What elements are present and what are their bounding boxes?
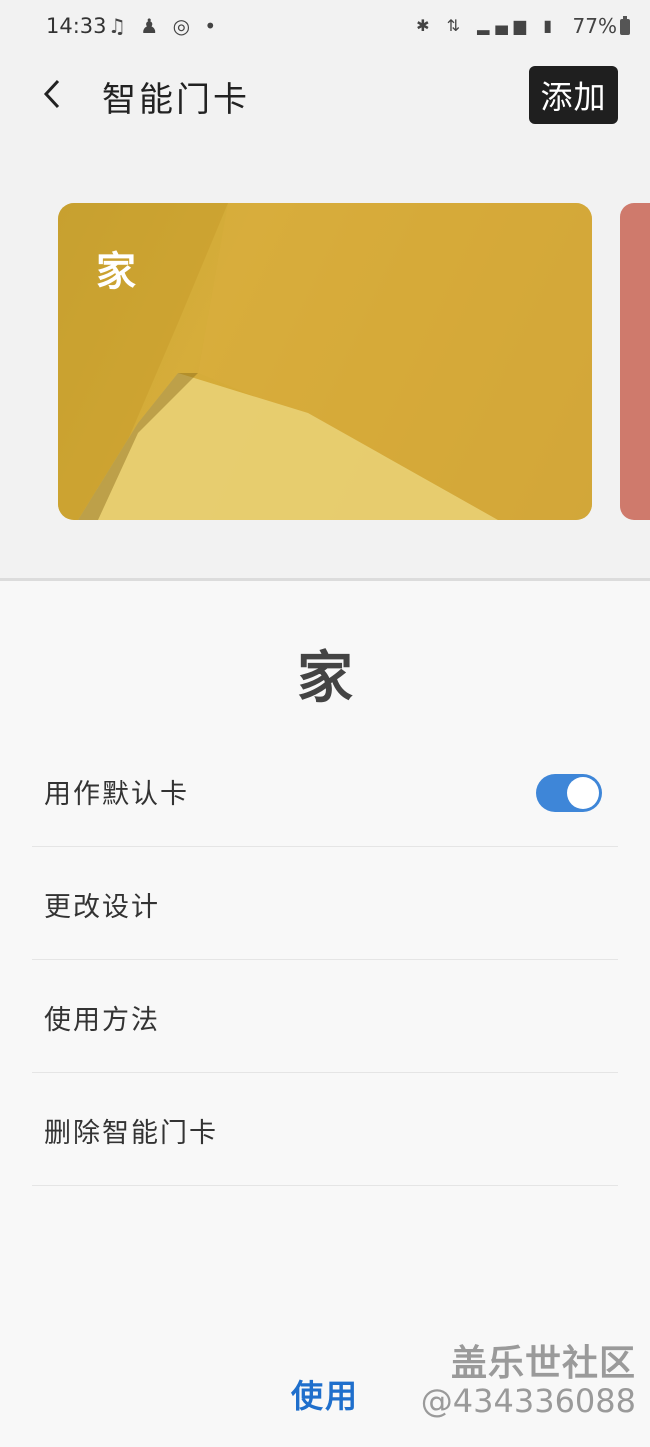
music-note-icon: ♫ [108, 14, 130, 38]
toggle-knob [567, 777, 599, 809]
card-fabric-image [58, 203, 592, 520]
default-card-toggle[interactable] [536, 774, 602, 812]
add-button[interactable]: 添加 [529, 66, 618, 124]
card-label: 家 [96, 249, 136, 295]
system-icons: ✱ ⇅ ▂▄▆ ▮ [416, 16, 558, 35]
data-arrows-icon: ⇅ [446, 16, 467, 35]
weibo-icon: ◎ [172, 14, 195, 38]
row-label: 使用方法 [44, 1005, 160, 1036]
shield-person-icon: ♟ [140, 14, 163, 38]
watermark-id: @434336088 [420, 1382, 636, 1420]
battery-percent: 77% [572, 14, 617, 38]
notification-icons: ♫ ♟ ◎ • [108, 14, 220, 38]
row-label: 删除智能门卡 [44, 1118, 218, 1149]
back-button[interactable] [30, 72, 74, 116]
watermark-name: 盖乐世社区 [450, 1343, 636, 1384]
row-change-design[interactable]: 更改设计 [32, 847, 618, 960]
status-time: 14:33 [46, 14, 107, 38]
status-bar: 14:33 ♫ ♟ ◎ • ✱ ⇅ ▂▄▆ ▮ 77% [0, 0, 650, 56]
row-default-card[interactable]: 用作默认卡 [32, 734, 618, 847]
dot-icon: • [204, 14, 221, 38]
row-label: 用作默认卡 [44, 779, 189, 810]
row-label: 更改设计 [44, 892, 160, 923]
signal-icon: ▂▄▆ [477, 16, 533, 35]
card-name-title: 家 [297, 646, 353, 711]
row-delete-card[interactable]: 删除智能门卡 [32, 1073, 618, 1186]
page-title: 智能门卡 [102, 80, 250, 120]
bluetooth-icon: ✱ [416, 16, 436, 35]
row-how-to-use[interactable]: 使用方法 [32, 960, 618, 1073]
battery-indicator: 77% [573, 14, 630, 38]
3g-icon: ▮ [543, 16, 558, 35]
door-card-next[interactable] [620, 203, 650, 520]
door-card-home[interactable]: 家 [58, 203, 592, 520]
battery-icon [620, 16, 630, 35]
chevron-left-icon [43, 79, 60, 109]
card-detail-sheet: 家 用作默认卡 更改设计 使用方法 删除智能门卡 使用 [0, 578, 650, 1447]
